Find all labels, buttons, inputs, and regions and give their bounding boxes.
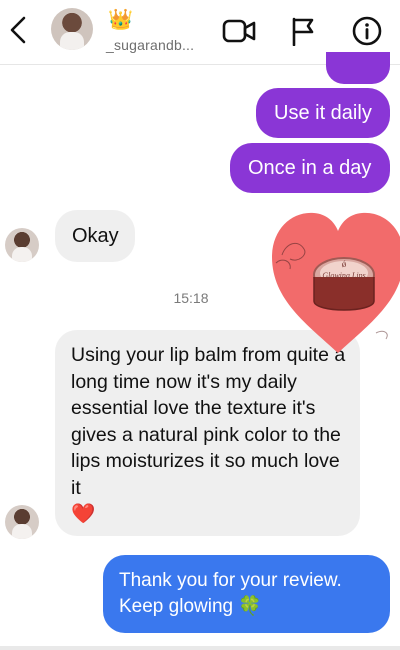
flag-icon [292, 17, 314, 46]
sent-message-partial[interactable] [326, 52, 390, 84]
message-text: Once in a day [248, 157, 372, 179]
message-text-line1: Thank you for your review. [119, 570, 342, 591]
heart-emoji: ❤️ [71, 503, 96, 525]
message-text: Use it daily [274, 102, 372, 124]
chevron-left-icon [10, 16, 26, 44]
bottom-edge [0, 646, 400, 650]
heart-sticker[interactable]: ǿ Glowing Lips [268, 205, 400, 365]
profile-avatar[interactable] [51, 8, 93, 50]
video-call-icon [222, 19, 256, 43]
jar-label: Glowing Lips [322, 271, 365, 280]
sent-message[interactable]: Once in a day [230, 143, 390, 193]
message-text: Okay [72, 225, 119, 247]
info-icon [352, 16, 382, 46]
crown-icon: 👑 [108, 9, 133, 31]
info-button[interactable] [350, 14, 384, 48]
received-message[interactable]: Okay [55, 210, 135, 262]
video-call-button[interactable] [222, 14, 256, 48]
jar-mark: ǿ [342, 259, 347, 269]
sent-message[interactable]: Use it daily [256, 88, 390, 138]
sender-avatar[interactable] [5, 505, 39, 539]
back-button[interactable] [4, 14, 32, 46]
message-text: Using your lip balm from quite a long ti… [71, 344, 346, 499]
report-button[interactable] [286, 14, 320, 48]
username-label[interactable]: _sugarandb... [106, 37, 194, 53]
sent-message[interactable]: Thank you for your review. Keep glowing … [103, 555, 390, 633]
sender-avatar[interactable] [5, 228, 39, 262]
message-text-line2: Keep glowing 🍀 [119, 596, 263, 617]
